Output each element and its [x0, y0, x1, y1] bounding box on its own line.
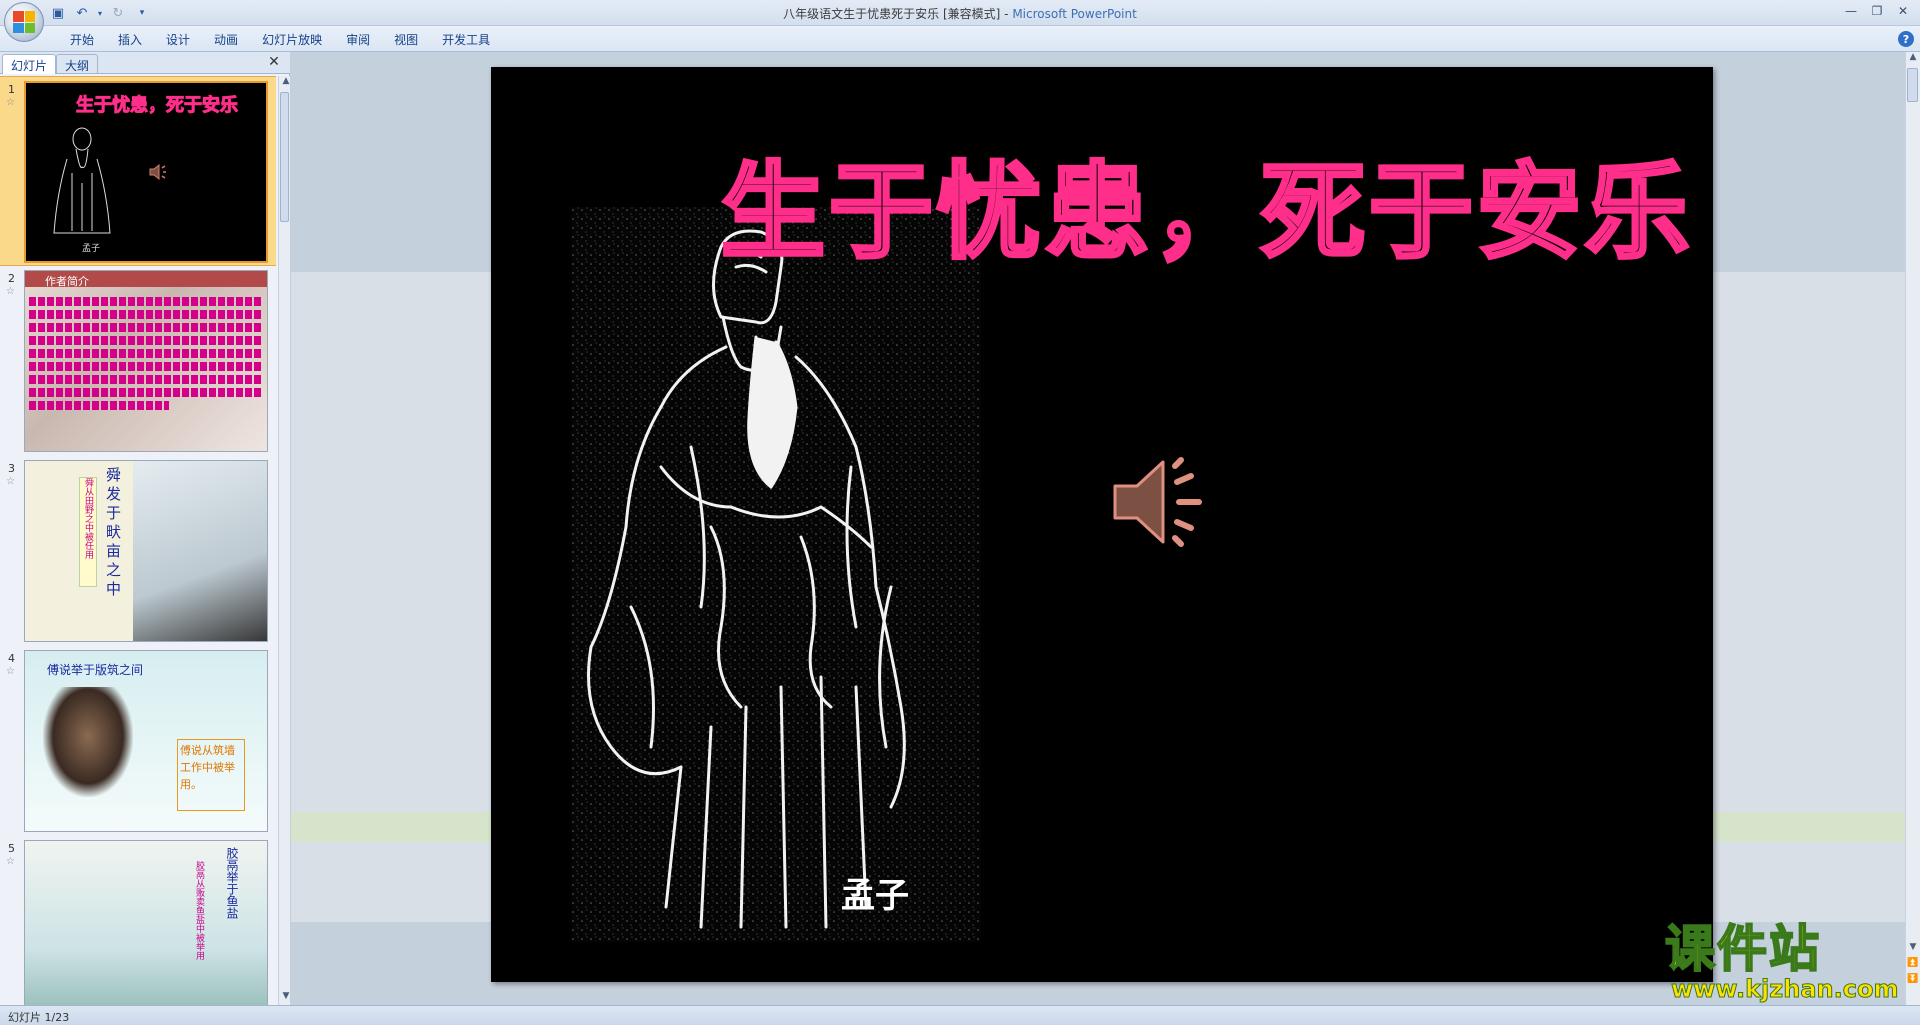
scroll-thumb[interactable]	[280, 92, 289, 222]
animation-star-icon: ☆	[6, 286, 15, 297]
status-bar: 幻灯片 1/23	[0, 1005, 1920, 1025]
thumb-preview: 作者简介	[24, 270, 268, 452]
slides-pane: 幻灯片 大纲 ✕ 1 ☆ 生于忧患，死于安乐 孟子 2 ☆ 作者简介 3 ☆ 舜…	[0, 52, 290, 1005]
tab-view[interactable]: 视图	[382, 30, 430, 49]
slide-title[interactable]: 生于忧患，死于安乐	[719, 127, 1693, 278]
tab-outline[interactable]: 大纲	[56, 54, 99, 74]
tab-home[interactable]: 开始	[58, 30, 106, 49]
slide-thumbnail-1[interactable]: 1 ☆ 生于忧患，死于安乐 孟子	[0, 76, 276, 266]
thumb-number: 1	[8, 83, 15, 96]
sound-icon	[149, 163, 166, 181]
slide-canvas-area: 孟子 生于忧患，死于安乐	[291, 52, 1905, 1005]
portrait-image	[43, 687, 133, 797]
office-button[interactable]	[4, 2, 44, 42]
animation-star-icon: ☆	[6, 476, 15, 487]
office-logo-icon	[13, 11, 35, 33]
thumb-preview: 傅说举于版筑之间 傅说从筑墙工作中被举用。	[24, 650, 268, 832]
sound-icon[interactable]	[1103, 452, 1213, 552]
close-icon[interactable]: ✕	[1892, 2, 1914, 20]
slide-thumbnail-2[interactable]: 2 ☆ 作者简介	[0, 266, 276, 456]
tab-slides[interactable]: 幻灯片	[2, 54, 57, 74]
animation-star-icon: ☆	[6, 666, 15, 677]
window-title: 八年级语文生于忧患死于安乐 [兼容模式] - Microsoft PowerPo…	[0, 5, 1920, 22]
site-watermark: 课件站 www.kjzhan.com	[1664, 920, 1915, 1003]
title-bar: ▣ ↶ ▾ ↻ ▾ 八年级语文生于忧患死于安乐 [兼容模式] - Microso…	[0, 0, 1920, 42]
animation-star-icon: ☆	[6, 856, 15, 867]
slide-thumbnail-3[interactable]: 3 ☆ 舜从田野之中被任用 舜发于畎亩之中	[0, 456, 276, 646]
thumb-caption: 孟子	[82, 244, 101, 254]
portrait-sketch-icon	[53, 127, 111, 234]
thumbnail-scrollbar[interactable]: ▲ ▼	[278, 76, 290, 1005]
window-controls: — ❐ ✕	[1840, 2, 1914, 20]
title-separator: -	[1000, 7, 1013, 21]
slide-indicator: 幻灯片 1/23	[8, 1011, 70, 1024]
tab-design[interactable]: 设计	[154, 30, 202, 49]
thumb-number: 2	[8, 272, 15, 285]
thumb-preview: 生于忧患，死于安乐 孟子	[24, 81, 268, 263]
scroll-up-icon[interactable]: ▲	[1906, 52, 1920, 66]
restore-icon[interactable]: ❐	[1866, 2, 1888, 20]
slide-scrollbar[interactable]: ▲ ▼ ⏫ ⏬	[1905, 52, 1920, 1005]
thumb-preview: 胶鬲举于鱼盐 胶鬲从贩卖鱼盐中被举用	[24, 840, 268, 1005]
tab-developer[interactable]: 开发工具	[430, 30, 502, 49]
slide-thumbnail-5[interactable]: 5 ☆ 胶鬲举于鱼盐 胶鬲从贩卖鱼盐中被举用	[0, 836, 276, 1005]
portrait-caption: 孟子	[841, 876, 909, 916]
watermark-logo-text: 课件站	[1664, 920, 1821, 978]
ribbon-tab-bar: 开始 插入 设计 动画 幻灯片放映 审阅 视图 开发工具 ?	[0, 26, 1920, 52]
thumb-text-a: 胶鬲举于鱼盐	[225, 847, 239, 919]
thumb-number: 5	[8, 842, 15, 855]
mencius-portrait: 孟子	[571, 207, 981, 942]
pane-tabs: 幻灯片 大纲 ✕	[0, 52, 290, 74]
tab-slide-show[interactable]: 幻灯片放映	[250, 30, 334, 49]
animation-star-icon: ☆	[6, 97, 15, 108]
tab-animations[interactable]: 动画	[202, 30, 250, 49]
current-slide[interactable]: 孟子 生于忧患，死于安乐	[491, 67, 1713, 982]
thumb-number: 4	[8, 652, 15, 665]
tab-review[interactable]: 审阅	[334, 30, 382, 49]
app-name: Microsoft PowerPoint	[1012, 7, 1137, 21]
thumb-text-a: 舜发于畎亩之中	[104, 467, 122, 600]
document-title: 八年级语文生于忧患死于安乐 [兼容模式]	[783, 7, 1001, 21]
thumb-box: 傅说从筑墙工作中被举用。	[177, 739, 245, 811]
thumb-text-b: 胶鬲从贩卖鱼盐中被举用	[194, 861, 204, 960]
thumb-title: 生于忧患，死于安乐	[76, 95, 239, 117]
scroll-thumb[interactable]	[1907, 68, 1918, 102]
watermark-url: www.kjzhan.com	[1671, 975, 1899, 1003]
thumb-text-b: 舜从田野之中被任用	[79, 477, 97, 587]
thumb-number: 3	[8, 462, 15, 475]
slide-thumbnail-4[interactable]: 4 ☆ 傅说举于版筑之间 傅说从筑墙工作中被举用。	[0, 646, 276, 836]
close-pane-icon[interactable]: ✕	[266, 54, 282, 70]
minimize-icon[interactable]: —	[1840, 2, 1862, 20]
illustration	[133, 461, 267, 641]
tab-insert[interactable]: 插入	[106, 30, 154, 49]
thumb-title: 作者简介	[45, 275, 89, 288]
thumb-text-lines	[29, 293, 263, 443]
help-icon[interactable]: ?	[1898, 31, 1914, 47]
thumbnail-list: 1 ☆ 生于忧患，死于安乐 孟子 2 ☆ 作者简介 3 ☆ 舜从田野之中被任用 …	[0, 76, 276, 1005]
thumb-title: 傅说举于版筑之间	[47, 663, 144, 677]
thumb-preview: 舜从田野之中被任用 舜发于畎亩之中	[24, 460, 268, 642]
